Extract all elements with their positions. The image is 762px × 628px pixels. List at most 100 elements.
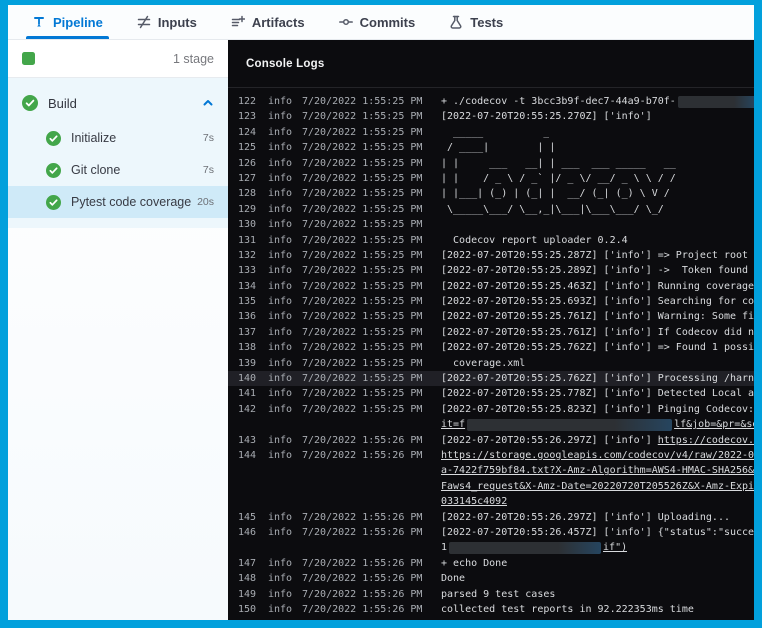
log-row[interactable]: 136info7/20/2022 1:55:25 PM[2022-07-20T2… xyxy=(228,309,754,324)
log-row[interactable]: 122info7/20/2022 1:55:25 PM+ ./codecov -… xyxy=(228,94,754,109)
log-row[interactable]: 150info7/20/2022 1:55:26 PMcollected tes… xyxy=(228,602,754,617)
log-line-number: 129 xyxy=(234,202,256,217)
log-timestamp: 7/20/2022 1:55:25 PM xyxy=(302,140,428,155)
log-link[interactable]: lf&job=&pr=&se xyxy=(674,417,754,432)
log-row[interactable]: 123info7/20/2022 1:55:25 PM[2022-07-20T2… xyxy=(228,109,754,124)
log-line-number: 130 xyxy=(234,217,256,232)
inputs-icon xyxy=(137,15,151,29)
log-row[interactable]: 140info7/20/2022 1:55:25 PM[2022-07-20T2… xyxy=(228,371,754,386)
log-text: \_____\___/ \__,_|\___|\___\___/ \_/ xyxy=(441,202,664,217)
log-timestamp: 7/20/2022 1:55:26 PM xyxy=(302,602,428,617)
log-link[interactable]: if") xyxy=(603,540,627,555)
log-link[interactable]: Faws4_request&X-Amz-Date=20220720T205526… xyxy=(441,479,754,494)
log-message: [2022-07-20T20:55:25.270Z] ['info'] xyxy=(441,109,652,124)
log-line-number: 144 xyxy=(234,448,256,463)
log-row[interactable]: 143info7/20/2022 1:55:26 PM[2022-07-20T2… xyxy=(228,433,754,448)
log-message: Faws4_request&X-Amz-Date=20220720T205526… xyxy=(441,479,754,494)
tab-artifacts[interactable]: Artifacts xyxy=(229,5,307,39)
log-timestamp: 7/20/2022 1:55:25 PM xyxy=(302,340,428,355)
log-row[interactable]: 131info7/20/2022 1:55:25 PM Codecov repo… xyxy=(228,233,754,248)
log-timestamp: 7/20/2022 1:55:25 PM xyxy=(302,356,428,371)
step-duration: 20s xyxy=(197,196,214,208)
log-timestamp: 7/20/2022 1:55:25 PM xyxy=(302,217,428,232)
log-row[interactable]: 149info7/20/2022 1:55:26 PMparsed 9 test… xyxy=(228,587,754,602)
log-timestamp: 7/20/2022 1:55:25 PM xyxy=(302,325,428,340)
step-duration: 7s xyxy=(203,164,214,176)
log-row[interactable]: Faws4_request&X-Amz-Date=20220720T205526… xyxy=(228,479,754,494)
log-row[interactable]: 139info7/20/2022 1:55:25 PM coverage.xml xyxy=(228,356,754,371)
log-row[interactable]: 128info7/20/2022 1:55:25 PM| |___| (_) |… xyxy=(228,186,754,201)
execution-tab-bar: Pipeline Inputs Artifacts Commits xyxy=(8,5,754,40)
tab-inputs[interactable]: Inputs xyxy=(135,5,199,39)
log-timestamp: 7/20/2022 1:55:25 PM xyxy=(302,386,428,401)
log-row[interactable]: 033145c4092 xyxy=(228,494,754,509)
log-text: collected test reports in 92.222353ms ti… xyxy=(441,602,694,617)
log-row[interactable]: 129info7/20/2022 1:55:25 PM \_____\___/ … xyxy=(228,202,754,217)
log-level: info xyxy=(268,94,294,109)
log-row[interactable]: 126info7/20/2022 1:55:25 PM| | ___ __| |… xyxy=(228,156,754,171)
log-line-number: 131 xyxy=(234,233,256,248)
log-text: | |___| (_) | (_| | __/ (_| (_) \ V / xyxy=(441,186,670,201)
log-row[interactable]: 141info7/20/2022 1:55:25 PM[2022-07-20T2… xyxy=(228,386,754,401)
tab-tests[interactable]: Tests xyxy=(447,5,505,39)
log-line-number: 148 xyxy=(234,571,256,586)
log-level: info xyxy=(268,402,294,417)
log-row[interactable]: 142info7/20/2022 1:55:25 PM[2022-07-20T2… xyxy=(228,402,754,417)
chevron-up-icon[interactable] xyxy=(202,97,214,109)
log-link[interactable]: 033145c4092 xyxy=(441,494,507,509)
log-timestamp: 7/20/2022 1:55:26 PM xyxy=(302,433,428,448)
log-message: | |___| (_) | (_| | __/ (_| (_) \ V / xyxy=(441,186,670,201)
step-item-pytest-code-coverage[interactable]: Pytest code coverage 20s xyxy=(8,186,228,218)
log-line-number: 143 xyxy=(234,433,256,448)
log-row[interactable]: it=f lf&job=&pr=&se xyxy=(228,417,754,432)
log-timestamp: 7/20/2022 1:55:26 PM xyxy=(302,571,428,586)
log-message: 033145c4092 xyxy=(441,494,507,509)
log-timestamp: 7/20/2022 1:55:25 PM xyxy=(302,171,428,186)
log-link[interactable]: https://codecov.io xyxy=(658,433,754,448)
log-text: [2022-07-20T20:55:25.762Z] ['info'] Proc… xyxy=(441,371,754,386)
log-row[interactable]: 1if") xyxy=(228,540,754,555)
step-group-build[interactable]: Build xyxy=(8,84,228,122)
tab-pipeline[interactable]: Pipeline xyxy=(30,5,105,39)
log-row[interactable]: 138info7/20/2022 1:55:25 PM[2022-07-20T2… xyxy=(228,340,754,355)
log-text: coverage.xml xyxy=(441,356,525,371)
tab-label: Pipeline xyxy=(53,15,103,30)
log-level: info xyxy=(268,186,294,201)
log-row[interactable]: 137info7/20/2022 1:55:25 PM[2022-07-20T2… xyxy=(228,325,754,340)
log-line-number: 132 xyxy=(234,248,256,263)
log-link[interactable]: a-7422f759bf84.txt?X-Amz-Algorithm=AWS4-… xyxy=(441,463,754,478)
step-item-git-clone[interactable]: Git clone 7s xyxy=(8,154,228,186)
log-row[interactable]: 125info7/20/2022 1:55:25 PM / ____| | | xyxy=(228,140,754,155)
log-row[interactable]: 144info7/20/2022 1:55:26 PMhttps://stora… xyxy=(228,448,754,463)
redacted-secret xyxy=(449,542,601,554)
log-message: [2022-07-20T20:55:25.287Z] ['info'] => P… xyxy=(441,248,754,263)
log-row[interactable]: a-7422f759bf84.txt?X-Amz-Algorithm=AWS4-… xyxy=(228,463,754,478)
log-row[interactable]: 145info7/20/2022 1:55:26 PM[2022-07-20T2… xyxy=(228,510,754,525)
log-line-number: 139 xyxy=(234,356,256,371)
log-row[interactable]: 130info7/20/2022 1:55:25 PM xyxy=(228,217,754,232)
log-row[interactable]: 148info7/20/2022 1:55:26 PMDone xyxy=(228,571,754,586)
step-item-initialize[interactable]: Initialize 7s xyxy=(8,122,228,154)
tab-label: Commits xyxy=(360,15,416,30)
commits-icon xyxy=(339,15,353,29)
tab-commits[interactable]: Commits xyxy=(337,5,418,39)
log-text: | | / _ \ / _` |/ _ \/ __/ _ \ \ / / xyxy=(441,171,676,186)
log-level: info xyxy=(268,233,294,248)
log-message: [2022-07-20T20:55:26.457Z] ['info'] {"st… xyxy=(441,525,754,540)
log-row[interactable]: 133info7/20/2022 1:55:25 PM[2022-07-20T2… xyxy=(228,263,754,278)
log-text: [2022-07-20T20:55:25.761Z] ['info'] If C… xyxy=(441,325,754,340)
log-row[interactable]: 132info7/20/2022 1:55:25 PM[2022-07-20T2… xyxy=(228,248,754,263)
log-row[interactable]: 134info7/20/2022 1:55:25 PM[2022-07-20T2… xyxy=(228,279,754,294)
log-lines[interactable]: 122info7/20/2022 1:55:25 PM+ ./codecov -… xyxy=(228,88,754,620)
tests-icon xyxy=(449,15,463,29)
log-line-number: 135 xyxy=(234,294,256,309)
log-row[interactable]: 135info7/20/2022 1:55:25 PM[2022-07-20T2… xyxy=(228,294,754,309)
log-row[interactable]: 127info7/20/2022 1:55:25 PM| | / _ \ / _… xyxy=(228,171,754,186)
log-row[interactable]: 146info7/20/2022 1:55:26 PM[2022-07-20T2… xyxy=(228,525,754,540)
log-message: [2022-07-20T20:55:26.297Z] ['info'] http… xyxy=(441,433,754,448)
log-row[interactable]: 124info7/20/2022 1:55:25 PM _____ _ xyxy=(228,125,754,140)
log-text: + echo Done xyxy=(441,556,507,571)
log-row[interactable]: 147info7/20/2022 1:55:26 PM+ echo Done xyxy=(228,556,754,571)
log-link[interactable]: https://storage.googleapis.com/codecov/v… xyxy=(441,448,754,463)
log-link[interactable]: it=f xyxy=(441,417,465,432)
